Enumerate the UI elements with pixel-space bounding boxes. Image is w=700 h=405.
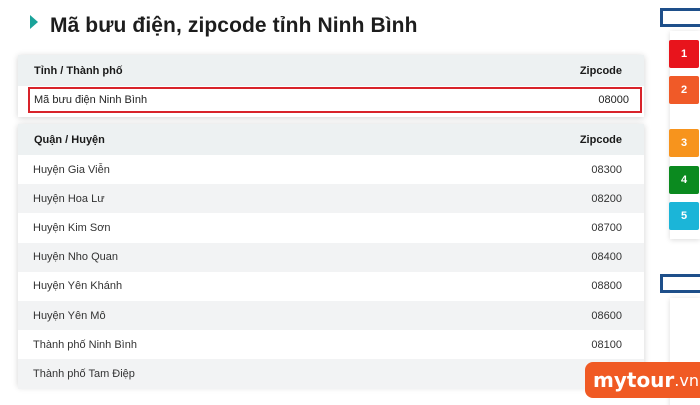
province-column-header: Tỉnh / Thành phố (34, 64, 123, 77)
district-name: Huyện Kim Sơn (33, 221, 111, 234)
rank-badge: 4 (669, 166, 699, 194)
table-row[interactable]: Huyện Hoa Lư 08200 (18, 184, 644, 214)
province-row-highlighted[interactable]: Mã bưu điện Ninh Bình 08000 (28, 87, 642, 113)
province-zipcode: 08000 (598, 94, 629, 106)
rank-badge: 5 (669, 202, 699, 230)
district-zipcode: 08100 (591, 338, 622, 351)
table-row[interactable]: Thành phố Ninh Bình 08100 (18, 330, 644, 359)
district-name: Thành phố Tam Điệp (33, 367, 135, 380)
page-title: Mã bưu điện, zipcode tỉnh Ninh Bình (50, 14, 418, 37)
title-row: Mã bưu điện, zipcode tỉnh Ninh Bình (30, 14, 418, 38)
district-zipcode: 08600 (591, 309, 622, 322)
district-zipcode: 08700 (591, 221, 622, 234)
district-name: Huyện Yên Mô (33, 309, 106, 322)
district-zipcode: 08400 (591, 251, 622, 264)
caret-right-icon (30, 15, 38, 29)
rank-badge: 1 (669, 40, 699, 68)
sidebar-header-bar (660, 8, 700, 27)
district-name: Huyện Nho Quan (33, 251, 118, 264)
zipcode-column-header: Zipcode (579, 133, 622, 146)
district-table: Quận / Huyện Zipcode Huyện Gia Viễn 0830… (18, 124, 644, 389)
zipcode-column-header: Zipcode (579, 64, 622, 77)
table-row[interactable]: Huyện Yên Mô 08600 (18, 300, 644, 331)
district-zipcode: 08300 (591, 163, 622, 176)
table-row[interactable]: Huyện Nho Quan 08400 (18, 242, 644, 272)
district-zipcode: 08200 (591, 192, 622, 205)
sidebar-section-bar (660, 274, 700, 293)
province-table: Tỉnh / Thành phố Zipcode Mã bưu điện Nin… (18, 55, 644, 117)
rank-badge: 3 (669, 129, 699, 157)
table-row[interactable]: Huyện Yên Khánh 08800 (18, 272, 644, 301)
province-table-header: Tỉnh / Thành phố Zipcode (18, 55, 644, 86)
table-row[interactable]: Thành phố Tam Điệp (18, 359, 644, 389)
district-name: Thành phố Ninh Bình (33, 338, 137, 351)
district-column-header: Quận / Huyện (34, 133, 105, 146)
mytour-watermark-logo: mytour .vn (585, 362, 700, 398)
district-name: Huyện Yên Khánh (33, 280, 123, 293)
table-row[interactable]: Huyện Kim Sơn 08700 (18, 213, 644, 242)
province-name: Mã bưu điện Ninh Bình (34, 94, 148, 106)
district-name: Huyện Gia Viễn (33, 163, 110, 176)
district-zipcode: 08800 (591, 280, 622, 293)
district-table-header: Quận / Huyện Zipcode (18, 124, 644, 155)
rank-badge: 2 (669, 76, 699, 104)
district-name: Huyện Hoa Lư (33, 192, 105, 205)
table-row[interactable]: Huyện Gia Viễn 08300 (18, 155, 644, 184)
